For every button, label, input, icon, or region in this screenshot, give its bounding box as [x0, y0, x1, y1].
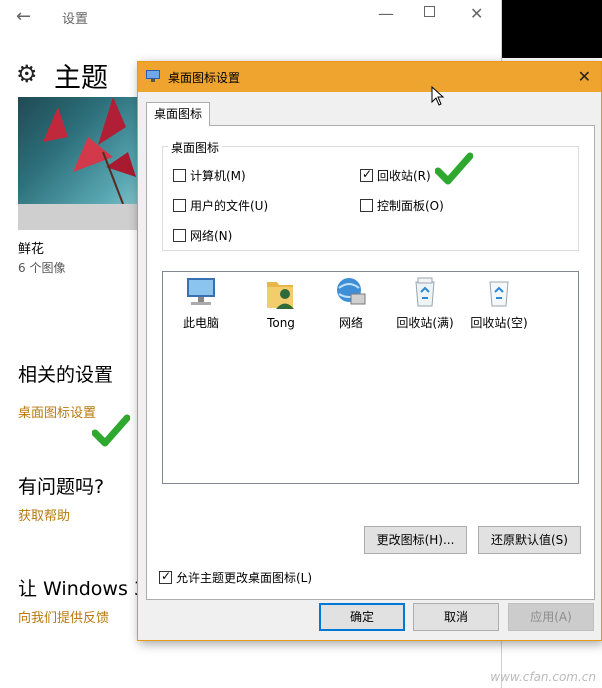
questions-heading: 有问题吗?	[18, 476, 105, 498]
checkbox-box[interactable]	[173, 199, 186, 212]
mouse-cursor-icon	[431, 86, 445, 106]
cancel-button[interactable]: 取消	[413, 603, 499, 631]
desktop-icon-settings-dialog: 桌面图标设置 ✕ 桌面图标 桌面图标 计算机(M) 回收站(R) 用户的文件(U…	[137, 61, 602, 641]
settings-titlebar: ← 设置 — ✕	[0, 0, 502, 34]
network-icon	[337, 278, 366, 305]
green-check-icon	[435, 152, 473, 185]
icon-item-recycle-bin-empty[interactable]: 回收站(空)	[463, 276, 535, 331]
recycle-bin-empty-icon	[489, 281, 509, 307]
watermark: www.cfan.com.cn	[490, 670, 596, 684]
desktop-icon-list[interactable]: 此电脑 Tong 网络 回收站(满) 回收站(空)	[162, 271, 579, 484]
maximize-icon[interactable]	[424, 6, 435, 17]
close-icon[interactable]: ✕	[470, 4, 483, 23]
settings-window-title: 设置	[62, 12, 89, 27]
restore-default-button[interactable]: 还原默认值(S)	[478, 526, 581, 554]
icon-item-recycle-bin-full[interactable]: 回收站(满)	[389, 276, 461, 331]
checkbox-label: 允许主题更改桌面图标(L)	[176, 571, 313, 585]
minimize-icon[interactable]: —	[378, 4, 394, 23]
checkbox-box[interactable]	[173, 169, 186, 182]
checkbox-box-checked[interactable]	[159, 569, 172, 584]
computer-icon	[187, 278, 215, 305]
theme-thumbnail[interactable]	[18, 97, 140, 230]
theme-name: 鲜花	[18, 242, 45, 257]
checkbox-network[interactable]: 网络(N)	[173, 227, 232, 244]
icon-label: Tong	[267, 316, 295, 330]
icon-item-user-folder[interactable]: Tong	[245, 276, 317, 330]
dialog-title: 桌面图标设置	[168, 71, 241, 85]
tab-panel: 桌面图标 计算机(M) 回收站(R) 用户的文件(U) 控制面板(O)	[146, 125, 595, 600]
icon-label: 回收站(空)	[470, 316, 528, 330]
icon-item-network[interactable]: 网络	[315, 276, 387, 331]
improve-windows-heading: 让 Windows 3	[18, 578, 146, 600]
feedback-link[interactable]: 向我们提供反馈	[18, 607, 109, 626]
checkbox-box[interactable]	[360, 199, 373, 212]
desktop-icon-settings-link[interactable]: 桌面图标设置	[18, 402, 96, 421]
ok-button[interactable]: 确定	[319, 603, 405, 631]
related-settings-heading: 相关的设置	[18, 364, 114, 386]
gear-icon: ⚙	[16, 60, 38, 88]
page-title: 主题	[54, 63, 108, 94]
green-check-icon	[92, 414, 130, 447]
user-folder-icon	[267, 282, 294, 309]
group-label: 桌面图标	[168, 139, 223, 156]
checkbox-label: 计算机(M)	[190, 169, 246, 183]
checkbox-recycle-bin[interactable]: 回收站(R)	[360, 167, 431, 184]
allow-theme-checkbox[interactable]: 允许主题更改桌面图标(L)	[159, 569, 312, 586]
back-arrow-icon[interactable]: ←	[16, 6, 31, 27]
change-icon-button[interactable]: 更改图标(H)...	[364, 526, 467, 554]
desktop-icons-group: 桌面图标 计算机(M) 回收站(R) 用户的文件(U) 控制面板(O)	[162, 139, 579, 251]
get-help-link[interactable]: 获取帮助	[18, 505, 70, 524]
thumbnail-bar	[18, 204, 140, 230]
checkbox-label: 回收站(R)	[377, 169, 431, 183]
checkbox-label: 控制面板(O)	[377, 199, 444, 213]
desktop-monitor-icon	[146, 70, 160, 82]
recycle-bin-full-icon	[415, 277, 435, 307]
checkbox-label: 网络(N)	[190, 229, 233, 243]
checkbox-label: 用户的文件(U)	[190, 199, 269, 213]
checkbox-computer[interactable]: 计算机(M)	[173, 167, 246, 184]
dialog-body: 桌面图标 桌面图标 计算机(M) 回收站(R) 用户的文件(U)	[138, 92, 601, 640]
flower-image	[43, 97, 136, 205]
icon-label: 网络	[338, 316, 363, 330]
icon-item-this-pc[interactable]: 此电脑	[165, 276, 237, 331]
icon-label: 回收站(满)	[396, 316, 454, 330]
icon-label: 此电脑	[182, 316, 219, 330]
checkbox-user-files[interactable]: 用户的文件(U)	[173, 197, 268, 214]
dialog-titlebar: 桌面图标设置 ✕	[138, 62, 601, 92]
dialog-close-icon[interactable]: ✕	[578, 67, 591, 86]
tab-desktop-icons[interactable]: 桌面图标	[146, 102, 210, 126]
checkbox-box-checked[interactable]	[360, 167, 373, 182]
background-region	[502, 0, 602, 58]
checkbox-control-panel[interactable]: 控制面板(O)	[360, 197, 444, 214]
theme-image-count: 6 个图像	[18, 261, 66, 275]
apply-button[interactable]: 应用(A)	[508, 603, 594, 631]
checkbox-box[interactable]	[173, 229, 186, 242]
